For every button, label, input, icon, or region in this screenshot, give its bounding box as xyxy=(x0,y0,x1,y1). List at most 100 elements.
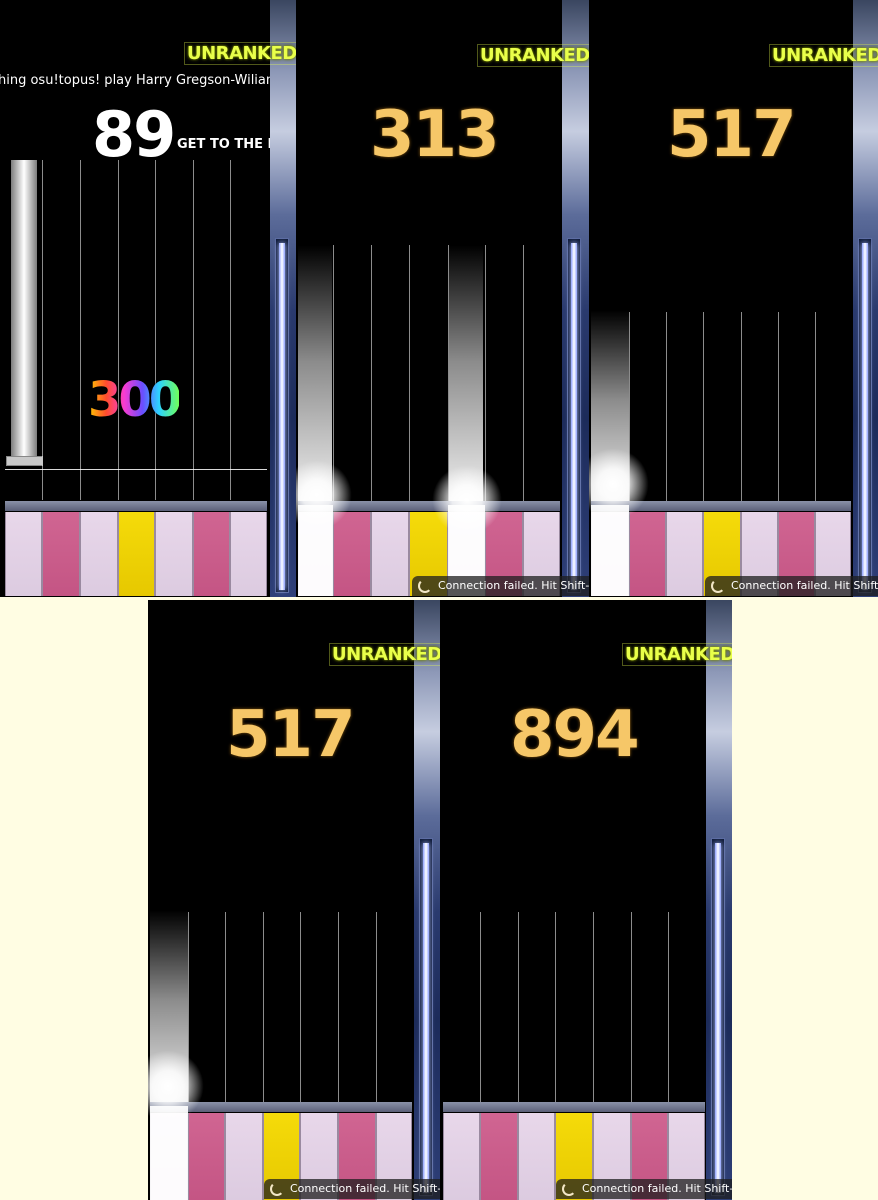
panel-2: 313 UNRANKED Connection failed. Hit Shif… xyxy=(296,0,589,597)
loading-spinner-icon xyxy=(270,1182,284,1196)
health-bar xyxy=(858,238,872,593)
lane-divider xyxy=(263,912,264,1107)
panel-4: 517 UNRANKED Connection failed. Hit Shif… xyxy=(148,600,440,1200)
health-bar xyxy=(419,838,433,1196)
playfield: hing osu!topus! play Harry Gregson-Wilia… xyxy=(0,0,270,597)
key-3 xyxy=(518,1113,555,1200)
unranked-badge: UNRANKED xyxy=(477,44,589,67)
health-bar-fill xyxy=(423,843,429,1193)
lane-divider xyxy=(523,245,524,505)
lane-divider xyxy=(371,245,372,505)
lane-divider xyxy=(778,312,779,507)
key-2 xyxy=(42,512,80,596)
stage-bar xyxy=(443,1102,705,1112)
lane-divider xyxy=(518,912,519,1107)
lane-divider xyxy=(376,912,377,1107)
key-2 xyxy=(188,1113,225,1200)
connection-status: Connection failed. Hit Shift-F1 xyxy=(412,576,589,596)
lane-divider xyxy=(480,912,481,1107)
key-2 xyxy=(629,512,666,596)
key-1 xyxy=(5,512,42,596)
lane-divider xyxy=(230,160,231,500)
connection-status-text: Connection failed. Hit Shift-F1 xyxy=(731,579,878,592)
connection-status: Connection failed. Hit Shift-F1 xyxy=(556,1179,732,1199)
connection-status-text: Connection failed. Hit Shift-F1 xyxy=(438,579,589,592)
health-bar-fill xyxy=(571,243,577,590)
lane-divider xyxy=(80,160,81,500)
playfield: 313 xyxy=(296,0,562,597)
health-bar-fill xyxy=(862,243,868,590)
sidebar-background xyxy=(414,600,440,1200)
key-2 xyxy=(333,512,371,596)
sidebar-background xyxy=(562,0,589,597)
combo-counter: 894 xyxy=(510,698,640,772)
combo-counter: 89 xyxy=(92,98,176,171)
lane-divider xyxy=(741,312,742,507)
sidebar-background xyxy=(706,600,732,1200)
lane-divider xyxy=(42,160,43,500)
lane-divider xyxy=(703,312,704,507)
health-bar-fill xyxy=(715,843,721,1193)
lane-divider xyxy=(666,312,667,507)
playfield: 517 xyxy=(148,600,414,1200)
lane-divider xyxy=(555,912,556,1107)
unranked-badge: UNRANKED xyxy=(184,42,296,65)
lane-divider xyxy=(668,912,669,1107)
screenshot-collage: hing osu!topus! play Harry Gregson-Wilia… xyxy=(0,0,878,1200)
loading-spinner-icon xyxy=(711,579,725,593)
lane-divider xyxy=(485,245,486,505)
key-1 xyxy=(443,1113,480,1200)
sidebar-background xyxy=(270,0,296,597)
lane-divider xyxy=(300,912,301,1107)
hold-note xyxy=(11,160,37,460)
lane-divider xyxy=(448,245,449,505)
loading-spinner-icon xyxy=(418,579,432,593)
connection-status: Connection failed. Hit Shift-F1 xyxy=(264,1179,440,1199)
lane-divider xyxy=(155,160,156,500)
combo-counter: 517 xyxy=(226,698,356,772)
panel-5: 894 UNRANKED Connection failed. Hit Shif… xyxy=(440,600,732,1200)
key-3 xyxy=(225,1113,263,1200)
unranked-badge: UNRANKED xyxy=(769,44,878,67)
key-6 xyxy=(193,512,230,596)
key-4 xyxy=(118,512,155,596)
lane-divider xyxy=(815,312,816,507)
lane-divider xyxy=(409,245,410,505)
key-2 xyxy=(480,1113,518,1200)
hit-flare xyxy=(432,465,502,535)
lane-divider xyxy=(118,160,119,500)
health-bar xyxy=(567,238,581,593)
combo-counter: 517 xyxy=(667,98,797,172)
lane-divider xyxy=(193,160,194,500)
health-bar xyxy=(275,238,289,593)
hit-line xyxy=(5,469,267,470)
health-bar xyxy=(711,838,725,1196)
song-title: hing osu!topus! play Harry Gregson-Wilia… xyxy=(0,73,270,88)
connection-status: Connection failed. Hit Shift-F1 xyxy=(705,576,878,596)
lane-divider xyxy=(338,912,339,1107)
playfield: 517 xyxy=(589,0,853,597)
panel-1: hing osu!topus! play Harry Gregson-Wilia… xyxy=(0,0,296,597)
judgement-300: 300 xyxy=(88,372,182,428)
health-bar-fill xyxy=(279,243,285,590)
panel-3: 517 UNRANKED Connection failed. Hit Shif… xyxy=(589,0,878,597)
key-7 xyxy=(230,512,267,596)
lane-divider xyxy=(593,912,594,1107)
key-3 xyxy=(80,512,118,596)
lane-divider xyxy=(631,912,632,1107)
stage-bar xyxy=(5,501,267,511)
unranked-badge: UNRANKED xyxy=(329,643,440,666)
loading-spinner-icon xyxy=(562,1182,576,1196)
hold-note-cap xyxy=(6,456,43,466)
connection-status-text: Connection failed. Hit Shift-F1 xyxy=(582,1182,732,1195)
connection-status-text: Connection failed. Hit Shift-F1 xyxy=(290,1182,440,1195)
key-3 xyxy=(371,512,409,596)
playfield: 894 xyxy=(440,600,706,1200)
sidebar-background xyxy=(853,0,878,597)
key-3 xyxy=(666,512,703,596)
lane-divider xyxy=(225,912,226,1107)
song-note: GET TO THE BOX xyxy=(177,137,270,152)
unranked-badge: UNRANKED xyxy=(622,643,732,666)
key-5 xyxy=(155,512,193,596)
combo-counter: 313 xyxy=(370,98,500,172)
